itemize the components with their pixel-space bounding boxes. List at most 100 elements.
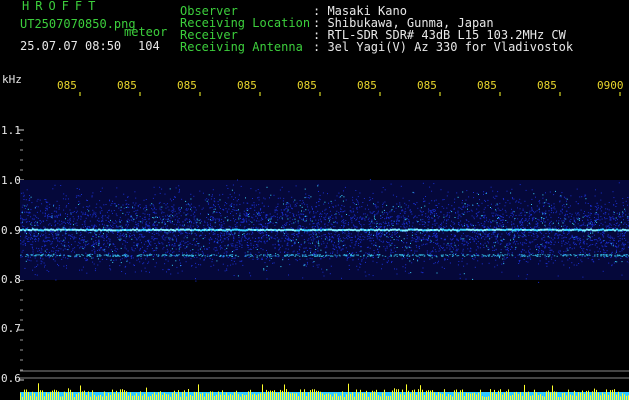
noise-pixel xyxy=(327,224,329,226)
noise-pixel xyxy=(32,253,34,255)
noise-pixel xyxy=(608,242,610,243)
noise-pixel xyxy=(485,200,486,202)
noise-pixel xyxy=(84,213,86,215)
noise-pixel xyxy=(273,215,275,217)
noise-pixel xyxy=(338,234,340,236)
noise-pixel xyxy=(414,233,416,235)
noise-pixel xyxy=(274,216,276,218)
noise-pixel xyxy=(591,239,593,241)
noise-pixel xyxy=(78,217,80,219)
noise-pixel xyxy=(61,223,63,225)
noise-pixel xyxy=(521,243,523,245)
noise-pixel xyxy=(39,249,41,251)
noise-pixel xyxy=(73,224,74,226)
noise-pixel xyxy=(536,223,538,225)
noise-pixel xyxy=(248,257,250,258)
noise-pixel xyxy=(533,212,535,214)
noise-pixel xyxy=(621,238,623,240)
noise-pixel xyxy=(289,220,291,222)
noise-pixel xyxy=(298,214,300,216)
noise-pixel xyxy=(357,211,359,213)
noise-pixel xyxy=(207,226,209,228)
noise-pixel xyxy=(214,226,216,228)
noise-pixel xyxy=(191,244,193,245)
noise-pixel xyxy=(82,226,84,228)
noise-pixel xyxy=(434,219,435,221)
noise-pixel xyxy=(403,217,405,219)
noise-pixel xyxy=(226,211,228,213)
noise-pixel xyxy=(80,234,82,236)
noise-pixel xyxy=(338,246,339,248)
noise-pixel xyxy=(416,202,418,204)
noise-pixel xyxy=(604,221,606,223)
noise-pixel xyxy=(539,202,541,204)
noise-pixel xyxy=(559,195,561,197)
noise-pixel xyxy=(408,219,410,221)
noise-pixel xyxy=(552,222,554,224)
noise-pixel xyxy=(439,226,441,228)
noise-pixel xyxy=(489,219,491,221)
noise-pixel xyxy=(232,243,234,245)
noise-pixel xyxy=(151,233,153,234)
noise-pixel xyxy=(115,220,116,222)
noise-pixel xyxy=(248,237,250,239)
noise-pixel xyxy=(31,202,33,204)
noise-pixel xyxy=(111,221,113,223)
noise-pixel xyxy=(386,232,388,234)
noise-pixel xyxy=(350,256,352,257)
noise-pixel xyxy=(369,240,371,242)
noise-pixel xyxy=(252,237,254,239)
noise-pixel xyxy=(374,222,376,224)
noise-pixel xyxy=(335,245,337,247)
noise-pixel xyxy=(545,216,547,218)
noise-pixel xyxy=(294,241,296,243)
noise-pixel xyxy=(342,241,344,243)
noise-pixel xyxy=(48,213,50,215)
noise-pixel xyxy=(64,241,66,243)
noise-pixel xyxy=(22,204,24,206)
noise-pixel xyxy=(82,212,84,214)
noise-pixel xyxy=(450,234,452,236)
noise-pixel xyxy=(193,238,195,240)
noise-pixel xyxy=(85,217,87,219)
noise-pixel xyxy=(230,204,232,205)
noise-pixel xyxy=(343,190,344,192)
noise-pixel xyxy=(437,262,439,264)
noise-pixel xyxy=(460,237,462,239)
noise-pixel xyxy=(427,224,429,226)
noise-pixel xyxy=(525,261,527,262)
noise-pixel xyxy=(435,251,437,253)
noise-pixel xyxy=(331,236,333,238)
noise-pixel xyxy=(451,251,453,253)
noise-pixel xyxy=(303,254,305,256)
noise-pixel xyxy=(407,246,409,248)
noise-pixel xyxy=(586,249,588,251)
noise-pixel xyxy=(279,217,280,219)
noise-pixel xyxy=(530,214,532,216)
noise-pixel xyxy=(343,224,345,226)
noise-pixel xyxy=(310,237,312,239)
noise-pixel xyxy=(592,232,594,234)
noise-pixel xyxy=(66,249,68,250)
noise-pixel xyxy=(131,219,133,221)
noise-pixel xyxy=(408,245,410,247)
noise-pixel xyxy=(383,258,385,260)
noise-pixel xyxy=(264,262,266,264)
noise-pixel xyxy=(33,214,35,216)
noise-pixel xyxy=(63,245,65,247)
noise-pixel xyxy=(577,203,579,205)
noise-pixel xyxy=(235,244,236,246)
noise-pixel xyxy=(102,218,104,220)
noise-pixel xyxy=(534,226,536,228)
noise-pixel xyxy=(610,218,612,220)
noise-pixel xyxy=(454,222,456,224)
noise-pixel xyxy=(318,204,320,206)
noise-pixel xyxy=(268,238,270,240)
noise-pixel xyxy=(620,222,622,224)
noise-pixel xyxy=(543,250,544,252)
noise-pixel xyxy=(350,233,352,235)
noise-pixel xyxy=(441,266,443,268)
noise-pixel xyxy=(551,249,553,251)
noise-pixel xyxy=(613,237,615,239)
noise-pixel xyxy=(147,224,149,226)
